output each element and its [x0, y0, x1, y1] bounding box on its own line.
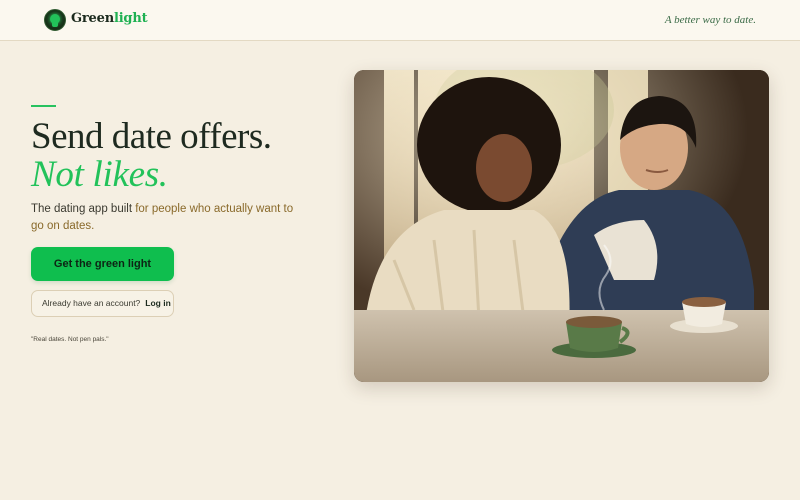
- couple-in-cafe-photo: [354, 70, 769, 382]
- subtitle-text: The dating app built: [31, 203, 136, 215]
- login-prompt-text: Already have an account?: [42, 298, 141, 308]
- lightbulb-icon[interactable]: [44, 9, 66, 31]
- site-header: Greenlight A better way to date.: [0, 0, 800, 41]
- brand-accent: light: [113, 11, 148, 26]
- login-prompt-box: Already have an account? Log in: [31, 290, 174, 317]
- login-link[interactable]: Log in: [145, 298, 171, 308]
- header-tagline: A better way to date.: [664, 14, 756, 26]
- brand-logo-text[interactable]: Greenlight: [71, 11, 148, 26]
- get-green-light-button[interactable]: Get the green light: [31, 247, 174, 281]
- hero-headline: Send date offers.: [31, 116, 272, 157]
- brand-main: Green: [71, 11, 114, 26]
- hero-subtitle: The dating app built for people who actu…: [31, 201, 306, 235]
- hero-headline-accent: Not likes.: [31, 154, 168, 195]
- accent-rule: [31, 105, 56, 107]
- hero-quote: "Real dates. Not pen pals.": [31, 336, 109, 343]
